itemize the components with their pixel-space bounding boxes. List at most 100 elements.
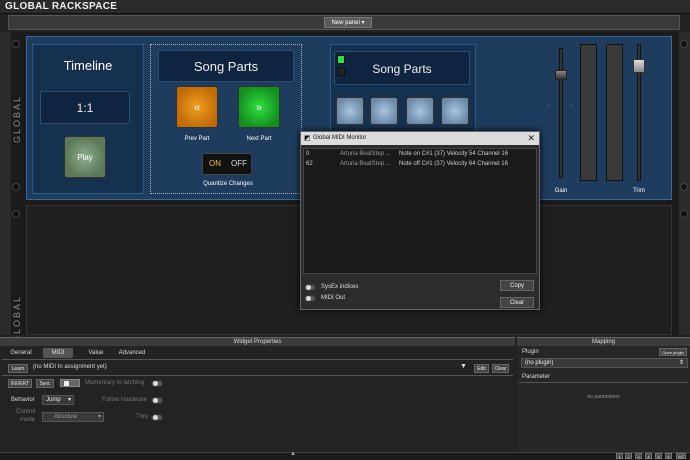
- close-icon[interactable]: ✕: [527, 132, 535, 144]
- open-plugin-button[interactable]: Open plugin: [659, 348, 687, 356]
- prev-part-button[interactable]: «: [176, 86, 218, 128]
- plugin-label: Plugin: [522, 349, 539, 355]
- chevron-down-icon: ▾: [97, 414, 101, 420]
- stepper-icon: ⇕: [678, 360, 684, 366]
- midi-out-label: MIDI Out: [321, 295, 346, 301]
- screw-icon: [680, 183, 688, 191]
- tab-advanced[interactable]: Advanced: [114, 348, 150, 358]
- screw-icon: [12, 40, 20, 48]
- slider-handle[interactable]: [64, 381, 69, 386]
- control-mode-label-2: mode: [20, 417, 36, 423]
- page-button-6[interactable]: 6: [665, 453, 672, 459]
- rack-ear-left: [0, 32, 11, 335]
- edit-button[interactable]: Edit: [474, 364, 489, 373]
- collapse-icon[interactable]: ▲: [290, 451, 296, 457]
- mapping-panel: Plugin Open plugin (no plugin) ⇕ Paramet…: [517, 346, 690, 452]
- sysex-label: SysEx indices: [321, 284, 359, 290]
- gain-fader-track[interactable]: [559, 48, 563, 178]
- led-green-indicator: [337, 55, 345, 64]
- panel-selector-label: New panel: [331, 20, 360, 26]
- tab-value[interactable]: Value: [82, 348, 110, 358]
- quantize-on-label: ON: [209, 159, 221, 168]
- song-part-pad-4[interactable]: [441, 97, 469, 125]
- quantize-toggle[interactable]: ON OFF: [202, 153, 252, 175]
- control-mode-select[interactable]: Absolute ▾: [42, 412, 104, 422]
- parameter-divider: [519, 382, 688, 383]
- assignment-dropdown-icon[interactable]: ▼: [460, 363, 467, 370]
- prev-part-label: Prev Part: [184, 136, 210, 142]
- thru-label: Thru: [136, 414, 149, 420]
- tab-divider: [2, 359, 513, 360]
- range-slider[interactable]: [60, 379, 80, 387]
- momentary-label: Momentary to latching: [85, 380, 145, 386]
- timeline-title: Timeline: [63, 58, 113, 73]
- screw-icon: [680, 40, 688, 48]
- page-button-int[interactable]: INT: [676, 453, 686, 459]
- copy-button[interactable]: Copy: [500, 280, 534, 291]
- song-parts-title: Song Parts: [158, 50, 294, 82]
- screw-icon: [12, 210, 20, 218]
- panel-selector[interactable]: New panel ▾: [324, 17, 372, 28]
- widget-properties-header: Widget Properties: [0, 337, 515, 346]
- midi-monitor-titlebar[interactable]: ◩ Global MIDI Monitor ✕: [301, 132, 539, 145]
- midi-monitor-title: Global MIDI Monitor: [313, 135, 367, 141]
- next-part-button[interactable]: »: [238, 86, 280, 128]
- song-part-pad-2[interactable]: [370, 97, 398, 125]
- lower-side-label: GLOBAL: [12, 295, 22, 344]
- thru-toggle[interactable]: [151, 414, 163, 421]
- global-rackspace-window: GLOBAL RACKSPACE New panel ▾ GLOBAL Time…: [0, 0, 690, 460]
- learn-button[interactable]: Learn: [8, 364, 28, 373]
- page-button-3[interactable]: 3: [635, 453, 642, 459]
- no-parameters-text: no parameters: [587, 394, 620, 400]
- screw-icon: [680, 210, 688, 218]
- play-button[interactable]: Play: [64, 136, 106, 178]
- clear-log-button[interactable]: Clear: [500, 297, 534, 308]
- app-title: GLOBAL RACKSPACE: [5, 1, 118, 12]
- momentary-toggle[interactable]: [151, 380, 163, 387]
- follow-hardware-toggle[interactable]: [151, 397, 163, 404]
- trim-fader-handle[interactable]: [633, 58, 645, 73]
- tab-midi[interactable]: MIDI: [43, 348, 73, 358]
- sync-button[interactable]: Sync: [36, 379, 54, 388]
- chevron-down-icon: ▾: [361, 20, 365, 26]
- song-part-pad-1[interactable]: [336, 97, 364, 125]
- midi-icon: ◩: [304, 135, 311, 142]
- page-button-5[interactable]: 5: [655, 453, 662, 459]
- plugin-select[interactable]: (no plugin) ⇕: [521, 358, 688, 368]
- meter-right: [606, 44, 623, 181]
- tab-general[interactable]: General: [6, 348, 36, 358]
- midi-monitor-dialog: ◩ Global MIDI Monitor ✕ 0 Arturia BeatSt…: [300, 131, 540, 310]
- global-side-label: GLOBAL: [12, 95, 22, 144]
- clear-assignment-button[interactable]: Clear: [492, 364, 509, 373]
- title-bar: GLOBAL RACKSPACE: [0, 0, 690, 14]
- quantize-off-label: OFF: [231, 159, 247, 168]
- page-button-4[interactable]: 4: [645, 453, 652, 459]
- chevron-down-icon: ▾: [67, 397, 71, 403]
- midi-assignment-text: (no MIDI In assignment yet): [33, 364, 107, 370]
- assignment-divider: [2, 375, 513, 376]
- song-parts-right-title: Song Parts: [334, 51, 470, 85]
- led-off-indicator: [337, 67, 345, 76]
- midi-log: 0 Arturia BeatStep ... Note on C#1 (37) …: [303, 148, 537, 274]
- status-bar: [0, 452, 690, 460]
- gain-tick-left: -: [548, 103, 550, 109]
- page-button-1[interactable]: 1: [616, 453, 623, 459]
- gain-label: Gain: [554, 188, 568, 194]
- behavior-select[interactable]: Jump ▾: [42, 395, 74, 405]
- gain-fader-handle[interactable]: [555, 69, 567, 80]
- timeline-display: 1:1: [40, 91, 130, 124]
- widget-properties-panel: General MIDI Value Advanced Learn (no MI…: [0, 346, 515, 452]
- meter-left: [580, 44, 597, 181]
- parameter-label: Parameter: [522, 374, 551, 380]
- song-part-pad-3[interactable]: [406, 97, 434, 125]
- screw-icon: [12, 183, 20, 191]
- invert-button[interactable]: INVERT: [8, 379, 32, 388]
- midi-out-toggle[interactable]: [304, 295, 316, 302]
- mapping-header: Mapping: [517, 337, 690, 346]
- trim-label: Trim: [633, 188, 645, 194]
- quantize-changes-label: Quantize Changes: [203, 181, 253, 187]
- control-mode-label: Control: [16, 409, 36, 415]
- page-button-2[interactable]: 2: [625, 453, 632, 459]
- next-part-label: Next Part: [246, 136, 272, 142]
- sysex-toggle[interactable]: [304, 284, 316, 291]
